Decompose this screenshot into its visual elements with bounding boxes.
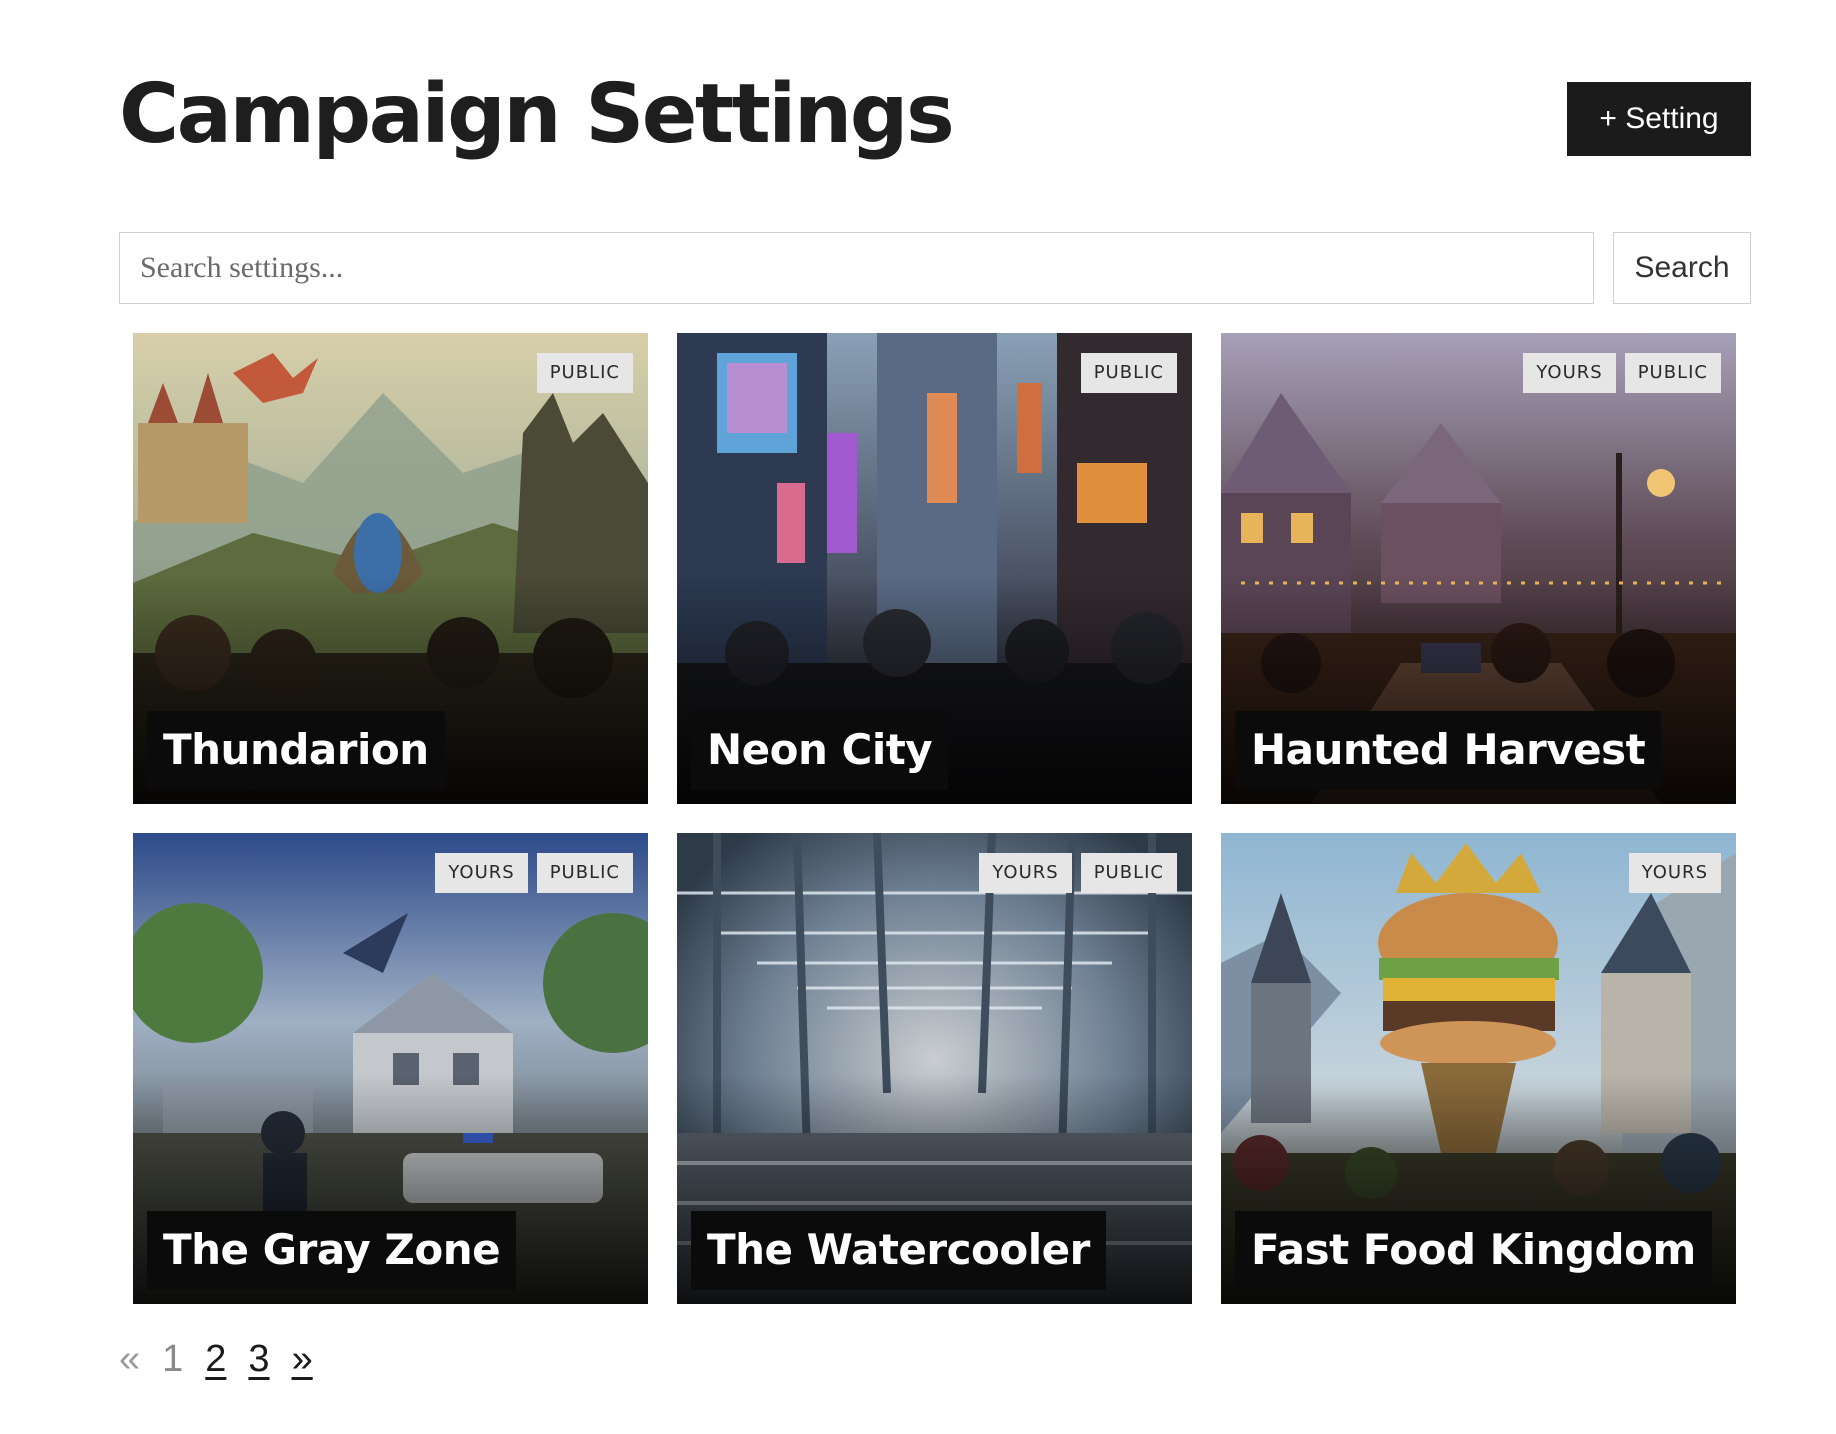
card-badges: PUBLIC: [536, 353, 633, 393]
setting-card-the-watercooler[interactable]: YOURS PUBLIC The Watercooler: [677, 833, 1192, 1304]
badge-public: PUBLIC: [536, 853, 633, 893]
setting-card-thundarion[interactable]: PUBLIC Thundarion: [133, 333, 648, 804]
card-badges: YOURS: [1628, 853, 1721, 893]
page-1-current: 1: [162, 1338, 184, 1380]
pagination: « 1 2 3 »: [119, 1338, 313, 1381]
page-3-link[interactable]: 3: [248, 1338, 269, 1381]
badge-yours: YOURS: [1628, 853, 1721, 893]
badge-public: PUBLIC: [1624, 353, 1721, 393]
setting-card-haunted-harvest[interactable]: YOURS PUBLIC Haunted Harvest: [1221, 333, 1736, 804]
card-title: Fast Food Kingdom: [1235, 1211, 1712, 1290]
card-badges: PUBLIC: [1080, 353, 1177, 393]
search-bar: Search: [119, 232, 1751, 304]
card-title: The Watercooler: [691, 1211, 1106, 1290]
card-title: Neon City: [691, 711, 949, 790]
next-page-link[interactable]: »: [292, 1338, 313, 1381]
search-button[interactable]: Search: [1613, 232, 1751, 304]
badge-yours: YOURS: [1523, 353, 1616, 393]
search-input[interactable]: [119, 232, 1594, 304]
card-title: Haunted Harvest: [1235, 711, 1662, 790]
card-badges: YOURS PUBLIC: [979, 853, 1177, 893]
badge-yours: YOURS: [435, 853, 528, 893]
badge-yours: YOURS: [979, 853, 1072, 893]
prev-page-link: «: [119, 1338, 141, 1380]
page-header: Campaign Settings + Setting: [119, 0, 1751, 220]
setting-card-neon-city[interactable]: PUBLIC Neon City: [677, 333, 1192, 804]
page-title: Campaign Settings: [119, 67, 955, 162]
badge-public: PUBLIC: [1080, 353, 1177, 393]
add-setting-button[interactable]: + Setting: [1567, 82, 1751, 156]
setting-card-the-gray-zone[interactable]: YOURS PUBLIC The Gray Zone: [133, 833, 648, 1304]
setting-card-fast-food-kingdom[interactable]: YOURS Fast Food Kingdom: [1221, 833, 1736, 1304]
card-badges: YOURS PUBLIC: [1523, 353, 1721, 393]
badge-public: PUBLIC: [1080, 853, 1177, 893]
page-2-link[interactable]: 2: [205, 1338, 226, 1381]
card-title: Thundarion: [147, 711, 445, 790]
badge-public: PUBLIC: [536, 353, 633, 393]
card-title: The Gray Zone: [147, 1211, 517, 1290]
card-badges: YOURS PUBLIC: [435, 853, 633, 893]
page: Campaign Settings + Setting Search setti…: [119, 0, 1751, 1304]
